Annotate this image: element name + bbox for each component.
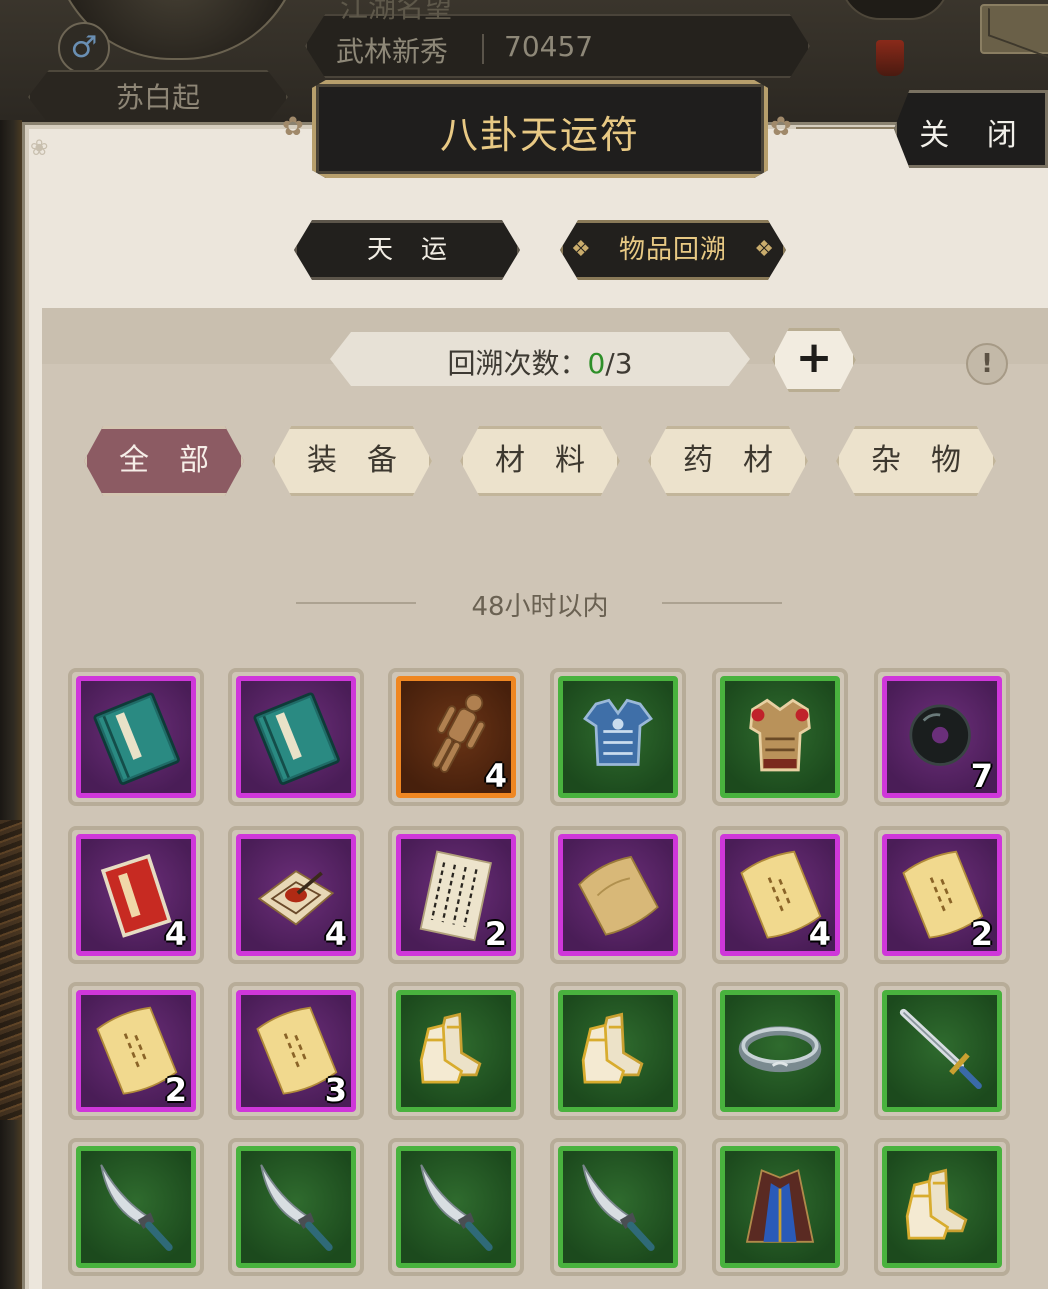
item-slot[interactable]: [228, 668, 364, 806]
boots-icon: [882, 1146, 1002, 1268]
martial-book-icon: [76, 676, 196, 798]
martial-book-icon: [236, 676, 356, 798]
item-slot[interactable]: 2: [874, 826, 1010, 964]
item-slot[interactable]: [712, 982, 848, 1120]
item-quantity: 4: [324, 915, 347, 953]
item-slot[interactable]: 2: [68, 982, 204, 1120]
divider: [482, 34, 484, 64]
old-paper-icon: [558, 834, 678, 956]
calligraphy-scroll-icon: 2: [396, 834, 516, 956]
item-slot[interactable]: [550, 668, 686, 806]
filter-equipment[interactable]: 装备: [272, 426, 432, 496]
info-icon[interactable]: !: [966, 343, 1008, 385]
item-slot[interactable]: 2: [388, 826, 524, 964]
rollback-count-total: /3: [605, 347, 633, 380]
item-quantity: 3: [324, 1071, 347, 1109]
dialog-title: 八卦天运符: [439, 113, 640, 157]
item-slot[interactable]: [874, 982, 1010, 1120]
scroll-icon: 2: [882, 834, 1002, 956]
scroll-icon: 4: [720, 834, 840, 956]
fame-title: 武林新秀: [336, 35, 449, 68]
robe-icon: [720, 1146, 840, 1268]
bracelet-icon: [720, 990, 840, 1112]
item-quantity: 4: [164, 915, 187, 953]
item-quantity: 2: [164, 1071, 187, 1109]
tassel-icon: [876, 40, 904, 76]
scroll-icon: 3: [236, 990, 356, 1112]
item-slot[interactable]: [68, 1138, 204, 1276]
item-slot[interactable]: 7: [874, 668, 1010, 806]
black-jade-icon: 7: [882, 676, 1002, 798]
item-slot[interactable]: 4: [228, 826, 364, 964]
red-booklet-icon: 4: [76, 834, 196, 956]
item-slot[interactable]: 4: [68, 826, 204, 964]
item-slot[interactable]: 4: [712, 826, 848, 964]
filter-materials[interactable]: 材料: [460, 426, 620, 496]
rollback-count: 回溯次数：0/3: [330, 342, 750, 382]
item-slot[interactable]: [388, 1138, 524, 1276]
scenery-rocks: [0, 820, 22, 1120]
tab-label: 物品回溯: [618, 235, 727, 265]
time-section-label: 48小时以内: [471, 592, 609, 622]
filter-herbs[interactable]: 药材: [648, 426, 808, 496]
curved-blade-icon: [396, 1146, 516, 1268]
boots-icon: [558, 990, 678, 1112]
item-slot[interactable]: [712, 668, 848, 806]
title-ornament-left-icon: ✿: [282, 112, 304, 142]
tab-ornament-icon: ❖: [571, 237, 592, 262]
item-quantity: 2: [970, 915, 993, 953]
tab-item-rollback[interactable]: ❖ 物品回溯 ❖: [560, 220, 786, 280]
item-quantity: 4: [484, 757, 507, 795]
rollback-count-current: 0: [587, 347, 606, 380]
ink-board-icon: 4: [236, 834, 356, 956]
rollback-count-label: 回溯次数：: [447, 347, 588, 380]
item-slot[interactable]: 3: [228, 982, 364, 1120]
boots-icon: [396, 990, 516, 1112]
item-slot[interactable]: [550, 1138, 686, 1276]
scroll-icon: 2: [76, 990, 196, 1112]
mail-icon[interactable]: [980, 4, 1048, 54]
blue-armor-icon: [558, 676, 678, 798]
corner-ornament-icon: ❀: [30, 136, 49, 161]
curved-blade-icon: [558, 1146, 678, 1268]
fame-label: 江湖名望: [340, 0, 453, 24]
gold-armor-icon: [720, 676, 840, 798]
tab-ornament-icon: ❖: [754, 237, 775, 262]
player-name: 苏白起: [28, 70, 288, 124]
item-quantity: 2: [484, 915, 507, 953]
filter-misc[interactable]: 杂物: [836, 426, 996, 496]
curved-blade-icon: [76, 1146, 196, 1268]
male-icon: ♂: [58, 22, 110, 74]
curved-blade-icon: [236, 1146, 356, 1268]
item-slot[interactable]: [874, 1138, 1010, 1276]
item-quantity: 4: [808, 915, 831, 953]
tab-tianyun[interactable]: 天运: [294, 220, 520, 280]
item-slot[interactable]: 4: [388, 668, 524, 806]
section-divider-left: [296, 602, 416, 604]
item-slot[interactable]: [550, 982, 686, 1120]
item-slot[interactable]: [68, 668, 204, 806]
close-button-label[interactable]: 关 闭: [910, 110, 1040, 154]
item-slot[interactable]: [712, 1138, 848, 1276]
item-slot[interactable]: [388, 982, 524, 1120]
item-quantity: 7: [970, 757, 993, 795]
wooden-dummy-icon: 4: [396, 676, 516, 798]
title-ornament-right-icon: ✿: [770, 112, 792, 142]
title-divider: [796, 127, 896, 129]
filter-all[interactable]: 全部: [84, 426, 244, 496]
item-slot[interactable]: [550, 826, 686, 964]
section-divider-right: [662, 602, 782, 604]
scene-background: [0, 120, 22, 1289]
item-slot[interactable]: [228, 1138, 364, 1276]
sword-icon: [882, 990, 1002, 1112]
add-count-button[interactable]: +: [772, 328, 856, 392]
fame-value: 70457: [504, 30, 594, 63]
